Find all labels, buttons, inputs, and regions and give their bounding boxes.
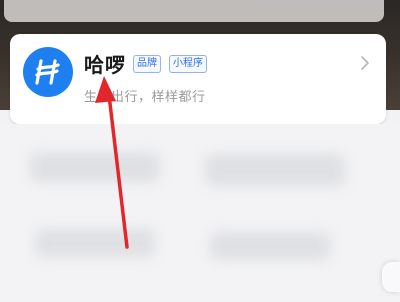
blurred-item [30,152,160,182]
blurred-content-area [0,124,400,302]
blurred-item [205,154,345,186]
app-slogan: 生活出行，样样都行 [84,90,206,105]
blurred-item [35,229,155,257]
scroll-handle[interactable] [382,262,400,292]
hello-logo-icon[interactable] [23,47,73,97]
app-name[interactable]: 哈啰 [84,49,126,78]
mini-program-tag: 小程序 [169,55,207,73]
blurred-item [210,232,330,260]
brand-tag: 品牌 [133,55,161,73]
chevron-right-icon[interactable] [358,56,372,70]
top-strip [4,0,384,22]
